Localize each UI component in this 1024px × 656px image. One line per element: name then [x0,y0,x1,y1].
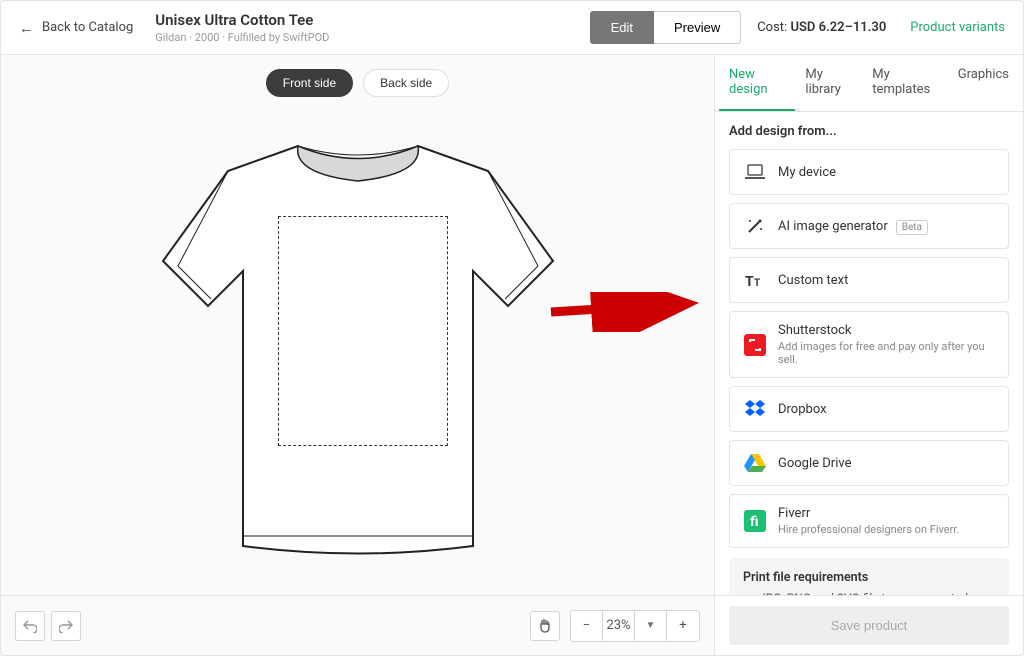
pan-button[interactable] [530,611,560,641]
canvas-toolbar: − 23% ▼ + [1,596,715,655]
design-canvas[interactable] [1,107,714,595]
tshirt-mockup [98,116,618,586]
zoom-controls: − 23% ▼ + [570,610,700,642]
source-label: Fiverr [778,506,994,521]
source-shutterstock[interactable]: Shutterstock Add images for free and pay… [729,311,1009,378]
arrow-left-icon: ← [19,19,34,37]
zoom-out-button[interactable]: − [571,611,603,641]
edit-button[interactable]: Edit [590,11,654,44]
header-bar: ← Back to Catalog Unisex Ultra Cotton Te… [1,1,1023,55]
print-req-title: Print file requirements [743,570,995,585]
zoom-in-button[interactable]: + [667,611,699,641]
product-subtitle: Gildan · 2000 · Fulfilled by SwiftPOD [155,31,589,44]
svg-text:T: T [745,274,754,288]
header-right: Cost: USD 6.22–11.30 Product variants [757,20,1005,35]
source-label: AI image generatorBeta [778,219,994,234]
sidebar: New design My library My templates Graph… [715,55,1023,595]
source-list: My device AI image generatorBeta TT Cust… [729,149,1009,548]
laptop-icon [744,161,766,183]
tab-my-library[interactable]: My library [795,55,862,111]
product-title: Unisex Ultra Cotton Tee [155,11,589,29]
source-sublabel: Add images for free and pay only after y… [778,340,994,366]
product-title-block: Unisex Ultra Cotton Tee Gildan · 2000 · … [155,11,589,44]
add-from-title: Add design from... [729,124,1009,139]
svg-text:T: T [754,278,760,288]
zoom-level[interactable]: 23% [603,611,635,641]
source-google-drive[interactable]: Google Drive [729,440,1009,486]
dropbox-icon [744,398,766,420]
chevron-down-icon: ▼ [646,620,656,631]
back-label: Back to Catalog [42,20,133,35]
tab-front-side[interactable]: Front side [266,69,353,97]
source-label: My device [778,165,994,180]
source-dropbox[interactable]: Dropbox [729,386,1009,432]
undo-button[interactable] [15,611,45,641]
source-custom-text[interactable]: TT Custom text [729,257,1009,303]
back-to-catalog-link[interactable]: ← Back to Catalog [19,19,133,37]
cost-label: Cost: USD 6.22–11.30 [757,20,886,35]
preview-button[interactable]: Preview [654,11,741,44]
google-drive-icon [744,452,766,474]
save-product-button[interactable]: Save product [729,606,1009,645]
print-file-requirements: Print file requirements JPG, PNG and SVG… [729,558,1009,595]
source-label: Dropbox [778,402,994,417]
zoom-dropdown-button[interactable]: ▼ [635,611,667,641]
tab-new-design[interactable]: New design [719,55,795,111]
svg-text:fi: fi [750,514,759,530]
fiverr-icon: fi [744,510,766,532]
source-sublabel: Hire professional designers on Fiverr. [778,523,994,536]
shutterstock-icon [744,334,766,356]
tab-my-templates[interactable]: My templates [862,55,948,111]
source-ai-image-generator[interactable]: AI image generatorBeta [729,203,1009,249]
tab-back-side[interactable]: Back side [363,69,449,97]
source-my-device[interactable]: My device [729,149,1009,195]
side-tabs: Front side Back side [1,55,714,107]
view-toggle: Edit Preview [590,11,742,44]
source-fiverr[interactable]: fi Fiverr Hire professional designers on… [729,494,1009,548]
print-area[interactable] [278,216,448,446]
tab-graphics[interactable]: Graphics [948,55,1019,111]
source-label: Google Drive [778,456,994,471]
source-label: Custom text [778,273,994,288]
magic-wand-icon [744,215,766,237]
sidebar-tabs: New design My library My templates Graph… [715,55,1023,112]
product-variants-link[interactable]: Product variants [910,20,1005,35]
source-label: Shutterstock [778,323,994,338]
redo-button[interactable] [51,611,81,641]
beta-badge: Beta [896,220,928,235]
text-icon: TT [744,269,766,291]
canvas-area: Front side Back side [1,55,715,595]
